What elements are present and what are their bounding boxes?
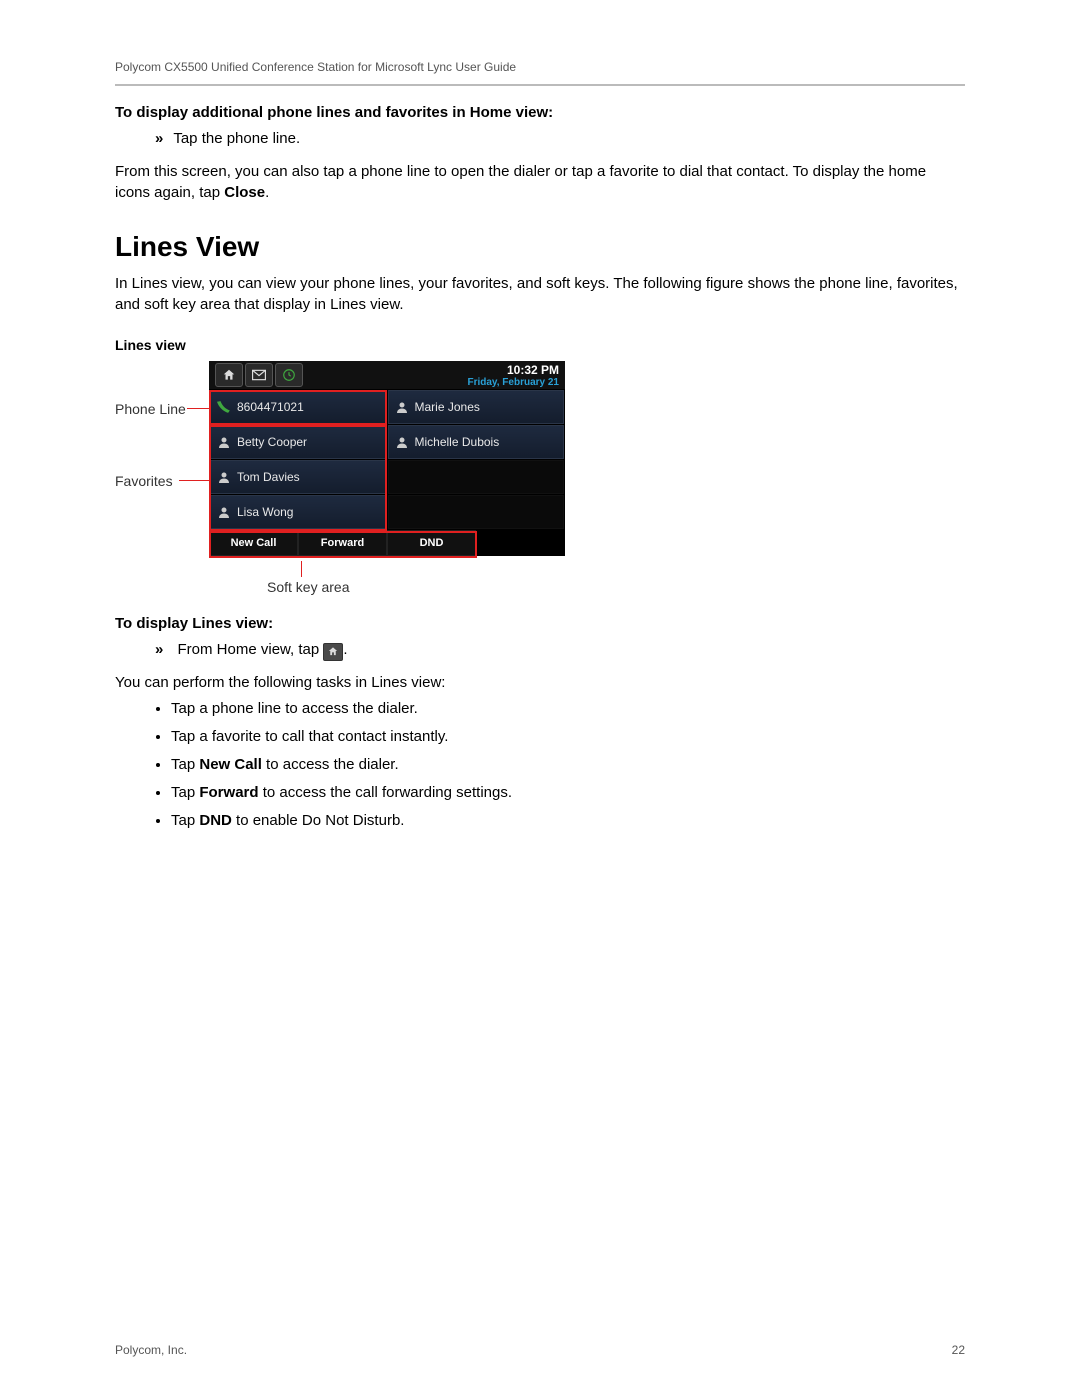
phone-line-number: 8604471021 xyxy=(237,400,304,414)
doc-header: Polycom CX5500 Unified Conference Statio… xyxy=(115,60,965,74)
softkey-dnd[interactable]: DND xyxy=(387,530,476,556)
favorite-label: Lisa Wong xyxy=(237,505,293,519)
task-item: Tap New Call to access the dialer. xyxy=(171,753,965,777)
contact-icon xyxy=(217,470,231,484)
footer-page-number: 22 xyxy=(952,1343,965,1357)
callout-line-softkey xyxy=(301,561,302,577)
page-footer: Polycom, Inc. 22 xyxy=(115,1343,965,1357)
clock-date: Friday, February 21 xyxy=(467,377,559,388)
contact-icon xyxy=(395,435,409,449)
instruction-1-item: Tap the phone line. xyxy=(155,127,965,151)
paragraph-3: You can perform the following tasks in L… xyxy=(115,672,965,693)
paragraph-1: From this screen, you can also tap a pho… xyxy=(115,161,965,203)
task-item: Tap a favorite to call that contact inst… xyxy=(171,725,965,749)
favorite-cell-betty[interactable]: Betty Cooper xyxy=(210,425,387,459)
empty-cell xyxy=(388,495,565,529)
favorite-label: Tom Davies xyxy=(237,470,300,484)
task-text: to enable Do Not Disturb. xyxy=(232,812,405,829)
phone-screen: 10:32 PM Friday, February 21 8604471021 xyxy=(209,361,565,556)
task-text: Tap xyxy=(171,812,199,829)
home-icon[interactable] xyxy=(215,363,243,387)
phone-line-cell[interactable]: 8604471021 xyxy=(210,390,387,424)
task-text: Tap xyxy=(171,756,199,773)
task-text: Tap a phone line to access the dialer. xyxy=(171,700,418,717)
status-bar: 10:32 PM Friday, February 21 xyxy=(209,361,565,389)
instruction-2-item: From Home view, tap . xyxy=(155,638,965,662)
softkey-forward[interactable]: Forward xyxy=(298,530,387,556)
callout-softkey: Soft key area xyxy=(267,579,350,595)
instruction-heading-1: To display additional phone lines and fa… xyxy=(115,104,965,121)
empty-cell xyxy=(388,460,565,494)
contact-icon xyxy=(395,400,409,414)
instr2-suffix: . xyxy=(343,641,347,658)
recent-icon[interactable] xyxy=(275,363,303,387)
p1-close-bold: Close xyxy=(224,184,265,201)
favorite-cell-michelle[interactable]: Michelle Dubois xyxy=(388,425,565,459)
lines-view-figure: Phone Line Favorites Soft key area xyxy=(115,361,965,607)
task-bold: DND xyxy=(199,812,232,829)
favorite-label: Michelle Dubois xyxy=(415,435,500,449)
task-text: Tap a favorite to call that contact inst… xyxy=(171,728,448,745)
softkey-empty xyxy=(476,530,565,556)
messages-icon[interactable] xyxy=(245,363,273,387)
favorite-label: Marie Jones xyxy=(415,400,480,414)
task-text: Tap xyxy=(171,784,199,801)
handset-icon xyxy=(217,400,231,414)
status-time-block: 10:32 PM Friday, February 21 xyxy=(467,363,559,388)
clock-time: 10:32 PM xyxy=(467,363,559,377)
callout-line-phone xyxy=(187,408,209,409)
tasks-list: Tap a phone line to access the dialer. T… xyxy=(115,697,965,833)
task-bold: Forward xyxy=(199,784,258,801)
footer-company: Polycom, Inc. xyxy=(115,1343,187,1357)
task-text: to access the dialer. xyxy=(262,756,399,773)
instr2-prefix: From Home view, tap xyxy=(178,641,324,658)
instruction-heading-2: To display Lines view: xyxy=(115,615,965,632)
p1-text-b: . xyxy=(265,184,269,201)
figure-caption: Lines view xyxy=(115,337,965,353)
section-title: Lines View xyxy=(115,231,965,263)
favorite-cell-marie[interactable]: Marie Jones xyxy=(388,390,565,424)
task-item: Tap Forward to access the call forwardin… xyxy=(171,781,965,805)
callout-phone-line: Phone Line xyxy=(115,401,186,417)
favorite-cell-lisa[interactable]: Lisa Wong xyxy=(210,495,387,529)
contact-icon xyxy=(217,435,231,449)
header-rule xyxy=(115,84,965,86)
home-icon-inline xyxy=(323,643,343,661)
callout-line-fav xyxy=(179,480,209,481)
callout-favorites: Favorites xyxy=(115,473,173,489)
lines-grid: 8604471021 Marie Jones Betty Cooper xyxy=(209,389,565,530)
favorite-cell-tom[interactable]: Tom Davies xyxy=(210,460,387,494)
contact-icon xyxy=(217,505,231,519)
task-item: Tap a phone line to access the dialer. xyxy=(171,697,965,721)
softkey-row: New Call Forward DND xyxy=(209,530,565,556)
favorite-label: Betty Cooper xyxy=(237,435,307,449)
softkey-new-call[interactable]: New Call xyxy=(209,530,298,556)
task-bold: New Call xyxy=(199,756,262,773)
task-item: Tap DND to enable Do Not Disturb. xyxy=(171,809,965,833)
paragraph-2: In Lines view, you can view your phone l… xyxy=(115,273,965,315)
task-text: to access the call forwarding settings. xyxy=(259,784,512,801)
